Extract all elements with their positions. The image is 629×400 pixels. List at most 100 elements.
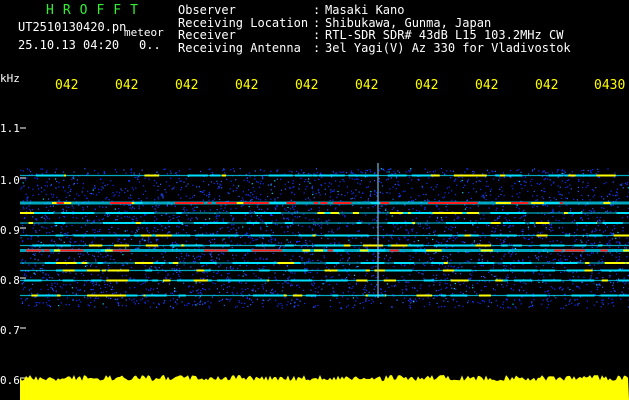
meta-row-receiver: Receiver : RTL-SDR SDR# 43dB L15 103.2MH… bbox=[178, 29, 571, 42]
noise-dot bbox=[105, 198, 107, 200]
noise-dot bbox=[271, 289, 273, 291]
noise-dot bbox=[327, 223, 329, 225]
noise-dot bbox=[199, 191, 201, 193]
noise-dot bbox=[259, 257, 262, 259]
noise-dot bbox=[396, 210, 398, 212]
noise-dot bbox=[434, 198, 436, 200]
noise-dot bbox=[260, 219, 262, 221]
noise-dot bbox=[432, 171, 434, 173]
noise-dot bbox=[503, 194, 505, 197]
noise-dot bbox=[538, 252, 540, 254]
noise-dot bbox=[440, 217, 443, 219]
signal-segment bbox=[134, 262, 154, 264]
noise-dot bbox=[342, 214, 344, 216]
noise-dot bbox=[426, 224, 429, 226]
noise-dot bbox=[497, 225, 499, 227]
noise-dot bbox=[622, 230, 624, 232]
noise-dot bbox=[436, 220, 438, 222]
noise-dot bbox=[316, 233, 318, 235]
noise-dot bbox=[587, 218, 589, 220]
noise-dot bbox=[213, 271, 215, 273]
noise-dot bbox=[196, 186, 198, 188]
noise-dot bbox=[571, 171, 573, 173]
noise-dot bbox=[244, 218, 246, 220]
noise-dot bbox=[596, 216, 598, 219]
signal-segment bbox=[314, 244, 331, 247]
noise-dot bbox=[486, 169, 488, 171]
noise-dot bbox=[560, 286, 562, 288]
noise-dot bbox=[338, 242, 340, 244]
noise-dot bbox=[127, 190, 129, 192]
noise-dot bbox=[613, 305, 615, 307]
noise-dot bbox=[464, 171, 466, 173]
noise-dot bbox=[210, 233, 212, 235]
noise-dot bbox=[331, 229, 333, 231]
noise-dot bbox=[546, 290, 548, 293]
noise-dot bbox=[438, 306, 440, 308]
noise-dot bbox=[262, 267, 264, 269]
noise-dot bbox=[374, 191, 376, 193]
noise-dot bbox=[370, 283, 373, 285]
noise-dot bbox=[365, 298, 367, 300]
noise-dot bbox=[351, 197, 353, 199]
noise-dot bbox=[237, 268, 239, 270]
noise-dot bbox=[147, 236, 150, 239]
noise-dot bbox=[172, 298, 175, 300]
noise-dot bbox=[197, 303, 199, 305]
noise-dot bbox=[625, 281, 627, 283]
noise-dot bbox=[34, 253, 36, 255]
noise-dot bbox=[135, 187, 137, 189]
noise-dot bbox=[342, 258, 344, 260]
noise-dot bbox=[189, 197, 191, 199]
noise-dot bbox=[255, 198, 257, 200]
noise-dot bbox=[473, 171, 475, 173]
noise-dot bbox=[284, 183, 286, 185]
noise-dot bbox=[120, 242, 122, 244]
noise-dot bbox=[550, 300, 552, 302]
noise-dot bbox=[332, 287, 334, 289]
noise-dot bbox=[605, 211, 607, 213]
noise-dot bbox=[502, 286, 504, 288]
noise-dot bbox=[154, 216, 156, 218]
noise-dot bbox=[118, 304, 120, 307]
noise-dot bbox=[431, 264, 433, 266]
noise-dot bbox=[218, 254, 220, 256]
noise-dot bbox=[219, 228, 221, 230]
noise-dot bbox=[434, 230, 436, 232]
noise-dot bbox=[100, 276, 102, 279]
noise-dot bbox=[495, 198, 497, 200]
noise-dot bbox=[274, 276, 276, 278]
noise-dot bbox=[146, 227, 148, 229]
noise-dot bbox=[573, 231, 575, 234]
noise-dot bbox=[248, 206, 250, 208]
noise-dot bbox=[450, 177, 452, 179]
noise-dot bbox=[558, 220, 560, 222]
noise-dot bbox=[336, 297, 338, 299]
noise-dot bbox=[536, 183, 538, 185]
noise-dot bbox=[592, 190, 595, 192]
noise-dot bbox=[386, 283, 389, 285]
noise-dot bbox=[627, 216, 629, 218]
noise-dot bbox=[35, 230, 37, 232]
noise-dot bbox=[299, 216, 301, 218]
noise-dot bbox=[270, 214, 272, 216]
noise-dot bbox=[32, 194, 34, 196]
noise-dot bbox=[599, 229, 601, 231]
noise-dot bbox=[479, 253, 481, 255]
noise-dot bbox=[145, 288, 147, 290]
noise-dot bbox=[480, 289, 483, 291]
noise-dot bbox=[549, 274, 551, 276]
signal-segment bbox=[32, 244, 52, 247]
noise-dot bbox=[478, 260, 480, 262]
noise-dot bbox=[134, 176, 136, 179]
noise-dot bbox=[311, 228, 313, 230]
noise-dot bbox=[32, 253, 34, 255]
noise-dot bbox=[386, 192, 388, 194]
noise-dot bbox=[84, 243, 86, 245]
noise-dot bbox=[229, 188, 231, 190]
noise-dot bbox=[464, 241, 466, 244]
noise-dot bbox=[566, 259, 568, 261]
noise-dot bbox=[252, 288, 254, 290]
noise-dot bbox=[150, 241, 152, 243]
noise-dot bbox=[62, 272, 64, 274]
